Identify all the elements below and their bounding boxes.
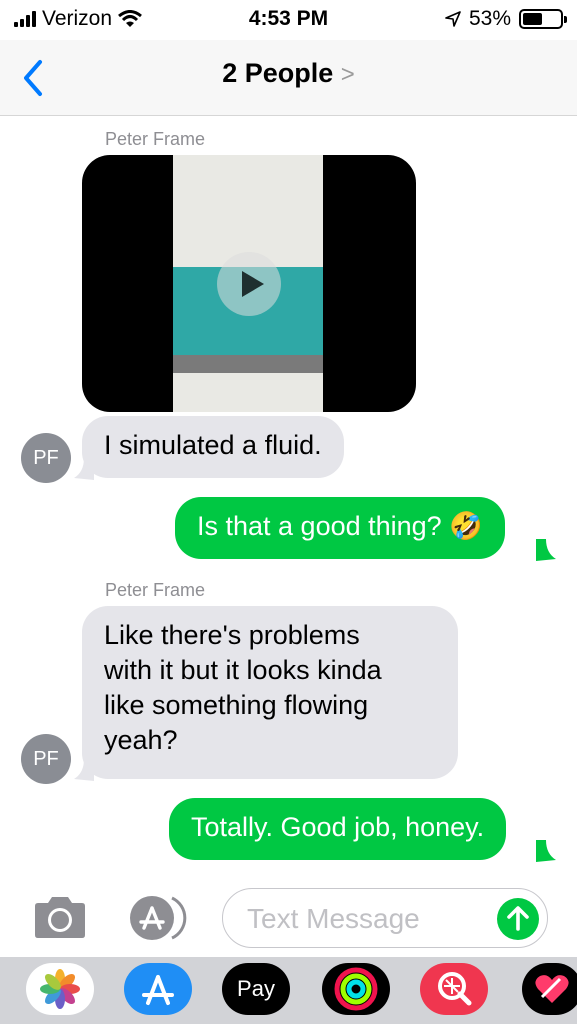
status-bar: Verizon 4:53 PM 53% <box>0 0 577 40</box>
message-line: yeah? <box>104 725 178 755</box>
received-message: I simulated a fluid. <box>82 416 344 478</box>
battery-icon <box>519 9 567 29</box>
received-message: Like there's problems with it but it loo… <box>82 606 458 779</box>
send-button[interactable] <box>497 898 539 940</box>
message-input[interactable]: Text Message <box>222 888 548 948</box>
conversation-title-text: 2 People <box>222 58 334 88</box>
video-attachment[interactable] <box>82 155 416 412</box>
message-text: I simulated a fluid. <box>104 430 322 460</box>
message-line: with it but it looks kinda <box>104 655 382 685</box>
photos-app-icon[interactable] <box>26 963 94 1015</box>
conversation-header: 2 People > <box>0 40 577 116</box>
activity-app-icon[interactable] <box>322 963 390 1015</box>
avatar[interactable]: PF <box>21 433 71 483</box>
message-line: like something flowing <box>104 690 369 720</box>
app-store-drawer-icon[interactable] <box>126 894 190 942</box>
apple-pay-label: Pay <box>237 976 275 1001</box>
message-text: Is that a good thing? 🤣 <box>197 511 483 541</box>
message-text: Totally. Good job, honey. <box>191 812 485 842</box>
search-images-app-icon[interactable] <box>420 963 488 1015</box>
location-arrow-icon <box>445 11 461 27</box>
avatar[interactable]: PF <box>21 734 71 784</box>
arrow-up-icon <box>507 906 529 931</box>
apple-pay-app-icon[interactable]: Pay <box>222 963 290 1015</box>
sent-message: Totally. Good job, honey. <box>169 798 507 860</box>
sender-name: Peter Frame <box>105 129 206 149</box>
sender-name: Peter Frame <box>105 580 206 600</box>
camera-icon[interactable] <box>31 894 89 940</box>
message-input-placeholder: Text Message <box>247 903 420 934</box>
message-line: Like there's problems <box>104 620 360 650</box>
status-right: 53% <box>445 7 567 31</box>
battery-percent: 53% <box>468 7 511 30</box>
digital-touch-app-icon[interactable] <box>522 963 577 1015</box>
play-icon[interactable] <box>217 252 281 316</box>
chevron-right-icon: > <box>340 61 355 88</box>
sent-message: Is that a good thing? 🤣 <box>175 497 505 559</box>
conversation-title[interactable]: 2 People > <box>0 58 577 89</box>
app-store-app-icon[interactable] <box>124 963 192 1015</box>
